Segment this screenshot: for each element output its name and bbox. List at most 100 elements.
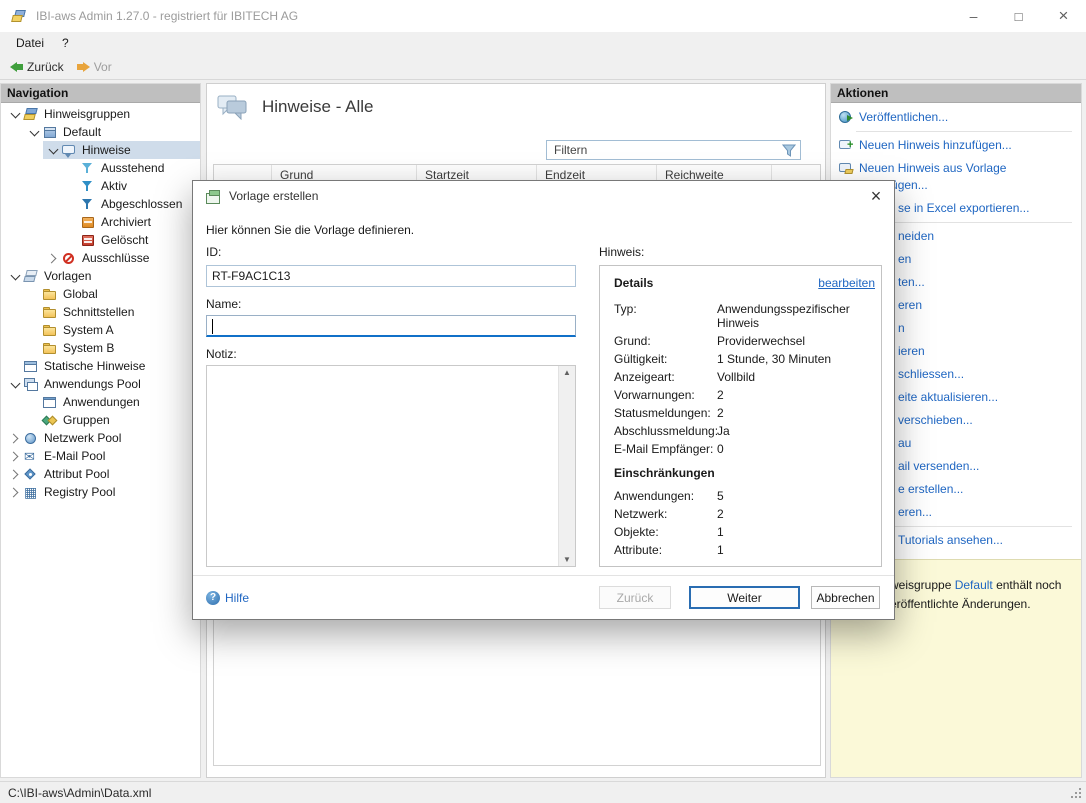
tree-item-default[interactable]: Default	[1, 123, 200, 141]
detail-label: Gültigkeit:	[614, 352, 717, 366]
tree-item-anwendungs-pool[interactable]: Anwendungs Pool	[1, 375, 200, 393]
action-label: au	[898, 435, 911, 452]
menu-help[interactable]: ?	[53, 34, 78, 52]
groups-icon	[42, 413, 58, 428]
tree-item-geloescht[interactable]: Gelöscht	[1, 231, 200, 249]
resize-grip-icon[interactable]	[1071, 788, 1083, 800]
chevron-down-icon[interactable]	[28, 126, 41, 139]
tree-item-statische-hinweise[interactable]: Statische Hinweise	[1, 357, 200, 375]
tree-item-abgeschlossen[interactable]: Abgeschlossen	[1, 195, 200, 213]
notiz-scrollbar[interactable]: ▲ ▼	[558, 366, 575, 566]
detail-label: Abschlussmeldung:	[614, 424, 717, 438]
detail-value: 1	[717, 525, 875, 539]
tree-item-label: E-Mail Pool	[44, 449, 105, 463]
tree-item-label: Hinweisgruppen	[44, 107, 130, 121]
back-button[interactable]: Zurück	[5, 58, 72, 76]
chevron-right-icon[interactable]	[9, 432, 22, 445]
add-icon	[839, 138, 854, 153]
indent-spacer	[66, 198, 79, 211]
filter-funnel-icon	[782, 144, 796, 157]
notiz-textarea[interactable]: ▲ ▼	[206, 365, 576, 567]
close-button[interactable]	[1041, 0, 1086, 32]
abbrechen-button[interactable]: Abbrechen	[811, 586, 880, 609]
maximize-button[interactable]	[996, 0, 1041, 32]
funnel-pending-icon	[80, 161, 96, 176]
help-link[interactable]: Hilfe	[206, 591, 249, 605]
tree-item-label: Abgeschlossen	[101, 197, 182, 211]
tree-item-ausschluesse[interactable]: Ausschlüsse	[1, 249, 200, 267]
menu-datei[interactable]: Datei	[7, 34, 53, 52]
detail-label: Anzeigeart:	[614, 370, 717, 384]
tree-item-netzwerk-pool[interactable]: Netzwerk Pool	[1, 429, 200, 447]
chevron-down-icon[interactable]	[47, 144, 60, 157]
tree-item-anwendungen[interactable]: Anwendungen	[1, 393, 200, 411]
tree-item-archiviert[interactable]: Archiviert	[1, 213, 200, 231]
scroll-down-icon[interactable]: ▼	[563, 555, 571, 564]
tree-item-hinweisgruppen[interactable]: Hinweisgruppen	[1, 105, 200, 123]
note-line-2: eröffentlich​te Änderungen.	[890, 595, 1081, 614]
bearbeiten-link[interactable]: bearbeiten	[818, 276, 875, 290]
tree-item-attribut-pool[interactable]: Attribut Pool	[1, 465, 200, 483]
action-label: ail versenden...	[898, 458, 979, 475]
tree-item-ausstehend[interactable]: Ausstehend	[1, 159, 200, 177]
detail-value: 5	[717, 489, 875, 503]
tree-item-e-mail-pool[interactable]: E-Mail Pool	[1, 447, 200, 465]
indent-spacer	[28, 396, 41, 409]
tree-item-hinweise[interactable]: Hinweise	[1, 141, 200, 159]
attribute-icon	[23, 467, 39, 482]
indent-spacer	[9, 360, 22, 373]
tree-item-aktiv[interactable]: Aktiv	[1, 177, 200, 195]
action-label: n	[898, 320, 905, 337]
action-neuen-hinweis-hinzufuegen[interactable]: Neuen Hinweis hinzufügen...	[839, 134, 1075, 157]
filter-input[interactable]	[547, 143, 782, 157]
action-label: eite aktualisieren...	[898, 389, 998, 406]
action-label: eren	[898, 297, 922, 314]
note-text: weisgruppe	[890, 578, 955, 592]
action-label: ten...	[898, 274, 925, 291]
indent-spacer	[66, 162, 79, 175]
navigation-panel: Navigation HinweisgruppenDefaultHinweise…	[0, 83, 201, 778]
name-input[interactable]	[206, 315, 576, 337]
notiz-label: Notiz:	[206, 347, 237, 361]
chevron-right-icon[interactable]	[9, 468, 22, 481]
email-icon	[23, 449, 39, 464]
action-label: eren...	[898, 504, 932, 521]
zurueck-button[interactable]: Zurück	[599, 586, 671, 609]
tree-item-system-a[interactable]: System A	[1, 321, 200, 339]
note-text: eröffentlich​te Änderungen.	[890, 597, 1031, 611]
detail-row: Grund:Providerwechsel	[614, 334, 875, 348]
minimize-button[interactable]	[951, 0, 996, 32]
tree-item-global[interactable]: Global	[1, 285, 200, 303]
scroll-up-icon[interactable]: ▲	[563, 368, 571, 377]
weiter-button[interactable]: Weiter	[689, 586, 800, 609]
chevron-right-icon[interactable]	[47, 252, 60, 265]
chevron-right-icon[interactable]	[9, 450, 22, 463]
action-label: schliessen...	[898, 366, 964, 383]
tree-item-label: Hinweise	[82, 143, 131, 157]
tree-item-gruppen[interactable]: Gruppen	[1, 411, 200, 429]
action-veroeffentlichen[interactable]: Veröffentlichen...	[839, 106, 1075, 129]
dialog-close-button[interactable]	[858, 181, 894, 211]
chevron-down-icon[interactable]	[9, 270, 22, 283]
id-input[interactable]	[206, 265, 576, 287]
indent-spacer	[28, 306, 41, 319]
tree-item-registry-pool[interactable]: Registry Pool	[1, 483, 200, 501]
detail-value: 2	[717, 507, 875, 521]
detail-label: Typ:	[614, 302, 717, 330]
tree-item-label: Gruppen	[63, 413, 110, 427]
chevron-down-icon[interactable]	[9, 108, 22, 121]
network-icon	[23, 431, 39, 446]
forward-button[interactable]: Vor	[72, 58, 120, 76]
forward-label: Vor	[94, 60, 112, 74]
tree-item-vorlagen[interactable]: Vorlagen	[1, 267, 200, 285]
tree-item-system-b[interactable]: System B	[1, 339, 200, 357]
tree-item-schnittstellen[interactable]: Schnittstellen	[1, 303, 200, 321]
help-icon	[206, 591, 220, 605]
folder-icon	[42, 341, 58, 356]
detail-value: 0	[717, 442, 875, 456]
default-group-link[interactable]: Default	[955, 578, 993, 592]
titlebar: IBI-aws Admin 1.27.0 - registriert für I…	[0, 0, 1086, 32]
chevron-right-icon[interactable]	[9, 486, 22, 499]
registry-icon	[23, 485, 39, 500]
chevron-down-icon[interactable]	[9, 378, 22, 391]
